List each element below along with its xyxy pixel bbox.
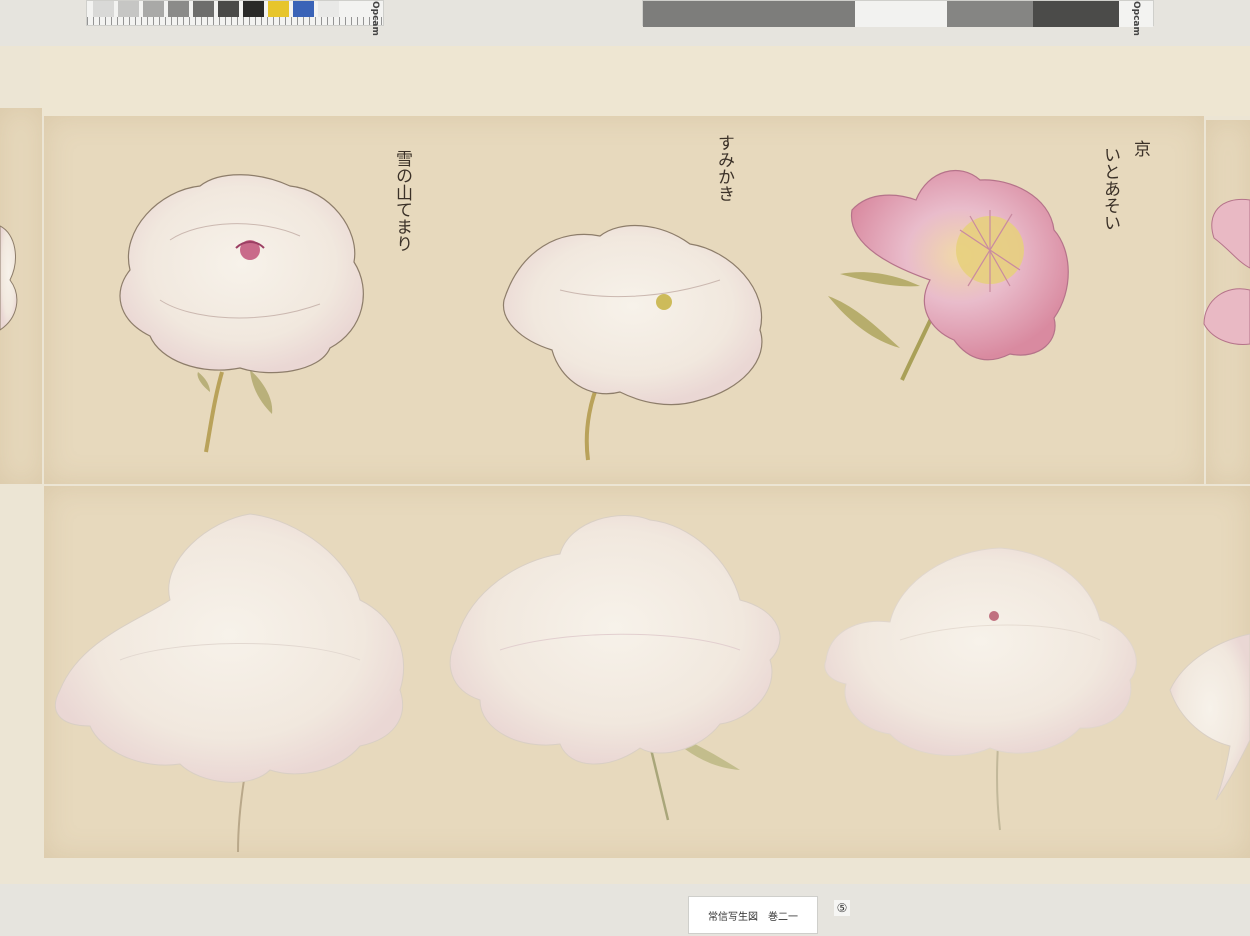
inscription-flower-3-line2: いとあそい	[1100, 146, 1120, 231]
flower-illustrations: 雪の山てまり すみかき 京 いとあそい	[0, 134, 1250, 853]
peony-white-full-5	[449, 514, 781, 821]
peony-partial-left-top	[0, 225, 18, 331]
inscription-flower-2: すみかき	[714, 134, 734, 202]
peony-white-double-1	[119, 174, 364, 453]
scroll-photograph: Opcam Opcam 雪の山てまり すみかき 京 いとあそい 常信写生図 巻二…	[0, 0, 1250, 936]
inscription-flower-3-line1: 京	[1130, 140, 1151, 158]
peony-white-spiky-4	[54, 513, 405, 853]
peony-white-side-2	[502, 224, 763, 461]
inscription-flower-1: 雪の山てまり	[392, 150, 412, 252]
peony-partial-right-bottom	[1169, 633, 1250, 801]
peony-partial-right-top	[1203, 198, 1250, 345]
peony-pink-3	[828, 170, 1069, 381]
catalog-label: 常信写生図 巻二一	[688, 896, 818, 934]
peony-white-fringed-6	[824, 547, 1137, 831]
sheet-number-badge: ⑤	[834, 900, 850, 916]
